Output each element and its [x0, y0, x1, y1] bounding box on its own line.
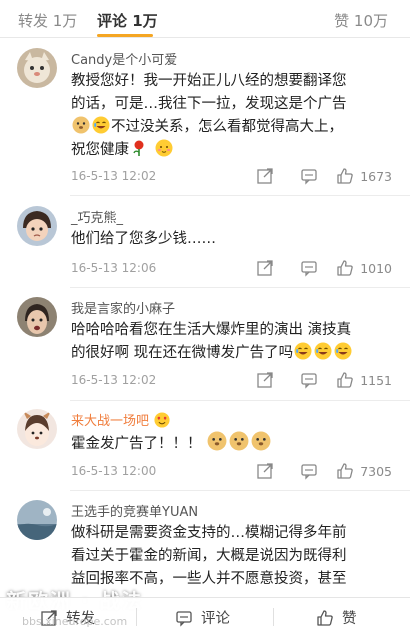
- divider: [70, 400, 410, 401]
- comment-line-text: 的很好啊 现在还在微博发广告了吗: [71, 345, 294, 361]
- like-button[interactable]: 7305: [336, 462, 392, 480]
- comment-line: 祝您健康: [71, 139, 393, 162]
- comment-line: 的话，可是…我往下一拉，发现这是个广告: [71, 96, 347, 112]
- laugh-emoji-icon: [294, 342, 312, 360]
- watermark-url: bbs.xineurope.com: [22, 615, 128, 628]
- like-count: 1010: [360, 260, 392, 276]
- thumbs-up-icon: [337, 168, 353, 184]
- comment-label: 评论: [201, 611, 230, 627]
- doge-emoji-icon: [229, 431, 249, 451]
- comment-time: 16-5-13 12:06: [71, 261, 157, 275]
- rose-emoji-icon: [133, 140, 144, 156]
- share-icon[interactable]: [256, 462, 274, 480]
- like-button[interactable]: 赞: [316, 607, 357, 628]
- like-count: 7305: [360, 463, 392, 479]
- laugh-emoji-icon: [314, 342, 332, 360]
- like-label: 赞: [342, 611, 357, 627]
- comment-line-text: 祝您健康: [71, 142, 129, 158]
- comment-time: 16-5-13 12:00: [71, 464, 157, 478]
- comment-line-text: 不过没关系，怎么看都觉得高大上，: [111, 119, 343, 135]
- tab-likes[interactable]: 赞 10万: [334, 10, 388, 31]
- username[interactable]: 王选手的竞赛单YUAN: [71, 501, 198, 520]
- avatar[interactable]: [17, 500, 57, 540]
- username[interactable]: 来大战一场吧: [71, 410, 171, 429]
- comment-line: 做科研是需要资金支持的…模糊记得多年前: [71, 525, 347, 541]
- comment-item: 来大战一场吧 霍金发广告了！！！ 16-5-13 12:00 7305: [0, 409, 410, 491]
- comment-text: 霍金发广告了！！！: [71, 431, 393, 456]
- thumbs-up-icon: [337, 260, 353, 276]
- tab-repost[interactable]: 转发 1万: [18, 10, 77, 31]
- like-button[interactable]: 1673: [336, 167, 392, 185]
- reply-icon[interactable]: [300, 371, 318, 389]
- reply-icon[interactable]: [300, 167, 318, 185]
- comment-time: 16-5-13 12:02: [71, 169, 157, 183]
- reply-icon[interactable]: [300, 259, 318, 277]
- username-text: 来大战一场吧: [71, 414, 150, 429]
- comment-text: 他们给了您多少钱……: [71, 231, 216, 247]
- avatar[interactable]: [17, 297, 57, 337]
- divider: [70, 287, 410, 288]
- share-icon[interactable]: [256, 167, 274, 185]
- comment-line: 教授您好！我一开始正儿八经的想要翻译您: [71, 73, 347, 89]
- share-icon[interactable]: [256, 259, 274, 277]
- thumbs-up-icon: [337, 372, 353, 388]
- comment-text: 哈哈哈哈看您在生活大爆炸里的演出 演技真 的很好啊 现在还在微博发广告了吗: [71, 319, 393, 365]
- comment-line-text: 霍金发广告了！！！: [71, 436, 202, 452]
- comment-text: 做科研是需要资金支持的…模糊记得多年前 看过关于霍金的新闻，大概是说因为既得利 …: [71, 522, 393, 591]
- username[interactable]: 我是言家的小麻子: [71, 298, 175, 317]
- active-tab-indicator: [97, 34, 153, 37]
- comment-button[interactable]: 评论: [175, 607, 230, 628]
- tab-comments[interactable]: 评论 1万: [97, 10, 158, 31]
- comment-line: 不过没关系，怎么看都觉得高大上，: [71, 116, 393, 139]
- doge-emoji-icon: [72, 116, 90, 134]
- avatar[interactable]: [17, 48, 57, 88]
- comment-item: Candy是个小可爱 教授您好！我一开始正儿八经的想要翻译您 的话，可是…我往下…: [0, 48, 410, 196]
- like-count: 1673: [360, 168, 392, 184]
- comment-item: 王选手的竞赛单YUAN 做科研是需要资金支持的…模糊记得多年前 看过关于霍金的新…: [0, 500, 410, 597]
- like-button[interactable]: 1010: [336, 259, 392, 277]
- like-count: 1151: [360, 372, 392, 388]
- comment-line: 的很好啊 现在还在微博发广告了吗: [71, 342, 393, 365]
- comment-icon: [176, 610, 192, 627]
- username[interactable]: Candy是个小可爱: [71, 49, 177, 68]
- doge-emoji-icon: [207, 431, 227, 451]
- comment-text: 教授您好！我一开始正儿八经的想要翻译您 的话，可是…我往下一拉，发现这是个广告 …: [71, 70, 393, 162]
- doge-emoji-icon: [251, 431, 271, 451]
- comment-tabs: 转发 1万 评论 1万 赞 10万: [0, 0, 410, 38]
- thumbs-up-icon: [317, 609, 333, 626]
- comment-item: _巧克熊_ 他们给了您多少钱…… 16-5-13 12:06 1010: [0, 206, 410, 288]
- divider: [70, 195, 410, 196]
- comment-line: 看过关于霍金的新闻，大概是说因为既得利: [71, 548, 347, 564]
- heart-eyes-emoji-icon: [154, 412, 170, 428]
- like-button[interactable]: 1151: [336, 371, 392, 389]
- thumbs-up-icon: [337, 463, 353, 479]
- reply-icon[interactable]: [300, 462, 318, 480]
- divider: [70, 490, 410, 491]
- comment-item: 我是言家的小麻子 哈哈哈哈看您在生活大爆炸里的演出 演技真 的很好啊 现在还在微…: [0, 297, 410, 401]
- divider: [273, 608, 274, 626]
- laugh-emoji-icon: [92, 116, 110, 134]
- avatar[interactable]: [17, 409, 57, 449]
- divider: [136, 608, 137, 626]
- comment-time: 16-5-13 12:02: [71, 373, 157, 387]
- blush-emoji-icon: [155, 139, 173, 157]
- share-icon[interactable]: [256, 371, 274, 389]
- username[interactable]: _巧克熊_: [71, 207, 123, 226]
- avatar[interactable]: [17, 206, 57, 246]
- laugh-emoji-icon: [334, 342, 352, 360]
- comment-line: 哈哈哈哈看您在生活大爆炸里的演出 演技真: [71, 322, 352, 338]
